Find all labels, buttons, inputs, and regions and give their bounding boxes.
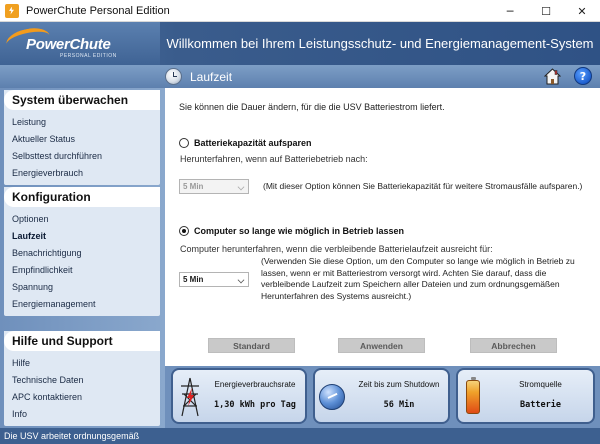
status-text: Die USV arbeitet ordnungsgemäß [4,431,140,441]
home-icon[interactable] [544,68,561,85]
sidebar-item-spannung[interactable]: Spannung [12,278,160,295]
option-save-capacity[interactable]: Batteriekapazität aufsparen [179,138,312,148]
option-description: Herunterfahren, wenn auf Batteriebetrieb… [180,154,368,164]
power-tower-icon [181,377,199,417]
standard-button[interactable]: Standard [208,338,295,353]
sidebar-section-help: Hilfe und Support Hilfe Technische Daten… [4,331,160,426]
radio-keep-running[interactable] [179,226,189,236]
sidebar-section-title: Hilfe und Support [4,331,160,351]
sidebar-item-aktueller-status[interactable]: Aktueller Status [12,130,160,147]
shutdown-delay-select: 5 Min [179,179,249,194]
power-source-panel: Stromquelle Batterie [456,368,595,424]
panel-title: Energieverbrauchsrate [214,380,296,389]
window-title: PowerChute Personal Edition [26,4,170,17]
option-note: (Mit dieser Option können Sie Batterieka… [263,181,583,191]
sidebar-section-title: Konfiguration [4,187,160,207]
gauge-icon [319,384,345,410]
app-header: PowerChute PERSONAL EDITION Willkommen b… [0,22,600,65]
sidebar-item-selbsttest[interactable]: Selbsttest durchführen [12,147,160,164]
power-source-value: Batterie [520,400,561,410]
sidebar-item-info[interactable]: Info [12,405,160,422]
sidebar-item-energieverbrauch[interactable]: Energieverbrauch [12,164,160,181]
option-keep-running[interactable]: Computer so lange wie möglich in Betrieb… [179,226,404,236]
sidebar-item-energiemanagement[interactable]: Energiemanagement [12,295,160,312]
select-value: 5 Min [183,275,204,284]
select-value: 5 Min [183,182,204,191]
sidebar-item-leistung[interactable]: Leistung [12,113,160,130]
battery-icon [466,377,480,414]
option-label: Batteriekapazität aufsparen [194,138,312,148]
clock-icon [165,68,182,85]
main-content: Sie können die Dauer ändern, für die die… [165,88,600,366]
option-description: Computer herunterfahren, wenn die verble… [180,244,493,254]
close-button[interactable]: ✕ [564,0,600,22]
sidebar-item-optionen[interactable]: Optionen [12,210,160,227]
energy-rate-value: 1,30 kWh pro Tag [214,400,296,410]
sidebar-section-monitor: System überwachen Leistung Aktueller Sta… [4,90,160,185]
option-label: Computer so lange wie möglich in Betrieb… [194,226,405,236]
header-title: Willkommen bei Ihrem Leistungsschutz- un… [166,36,594,51]
intro-text: Sie können die Dauer ändern, für die die… [179,102,445,112]
sidebar-item-benachrichtigung[interactable]: Benachrichtigung [12,244,160,261]
app-icon [5,3,19,18]
sidebar-item-technische-daten[interactable]: Technische Daten [12,371,160,388]
chevron-down-icon [237,183,245,191]
cancel-button[interactable]: Abbrechen [470,338,557,353]
help-icon[interactable]: ? [574,67,592,85]
sidebar-section-title: System überwachen [4,90,160,110]
apply-button[interactable]: Anwenden [338,338,425,353]
shutdown-time-panel: Zeit bis zum Shutdown 56 Min [313,368,450,424]
chevron-down-icon [237,276,245,284]
minimize-button[interactable]: ─ [492,0,528,22]
window-controls: ─ ☐ ✕ [492,0,600,22]
sidebar: System überwachen Leistung Aktueller Sta… [0,88,165,428]
logo-subtitle: PERSONAL EDITION [60,53,117,59]
sidebar-item-apc-kontaktieren[interactable]: APC kontaktieren [12,388,160,405]
status-panels: Energieverbrauchsrate 1,30 kWh pro Tag Z… [165,366,600,428]
panel-title: Zeit bis zum Shutdown [358,380,440,389]
energy-rate-panel: Energieverbrauchsrate 1,30 kWh pro Tag [171,368,307,424]
page-header: Laufzeit ? [0,65,600,88]
sidebar-item-empfindlichkeit[interactable]: Empfindlichkeit [12,261,160,278]
sidebar-item-hilfe[interactable]: Hilfe [12,354,160,371]
radio-save-capacity[interactable] [179,138,189,148]
shutdown-time-value: 56 Min [383,400,415,410]
panel-title: Stromquelle [519,380,562,389]
status-bar: Die USV arbeitet ordnungsgemäß [0,428,600,444]
sidebar-section-config: Konfiguration Optionen Laufzeit Benachri… [4,187,160,316]
logo: PowerChute PERSONAL EDITION [0,22,160,65]
option-note: (Verwenden Sie diese Option, um den Comp… [261,256,575,301]
remaining-runtime-select[interactable]: 5 Min [179,272,249,287]
maximize-button[interactable]: ☐ [528,0,564,22]
page-title: Laufzeit [190,69,233,84]
window-titlebar: PowerChute Personal Edition ─ ☐ ✕ [0,0,600,22]
logo-text: PowerChute [26,36,111,53]
sidebar-item-laufzeit[interactable]: Laufzeit [12,227,160,244]
